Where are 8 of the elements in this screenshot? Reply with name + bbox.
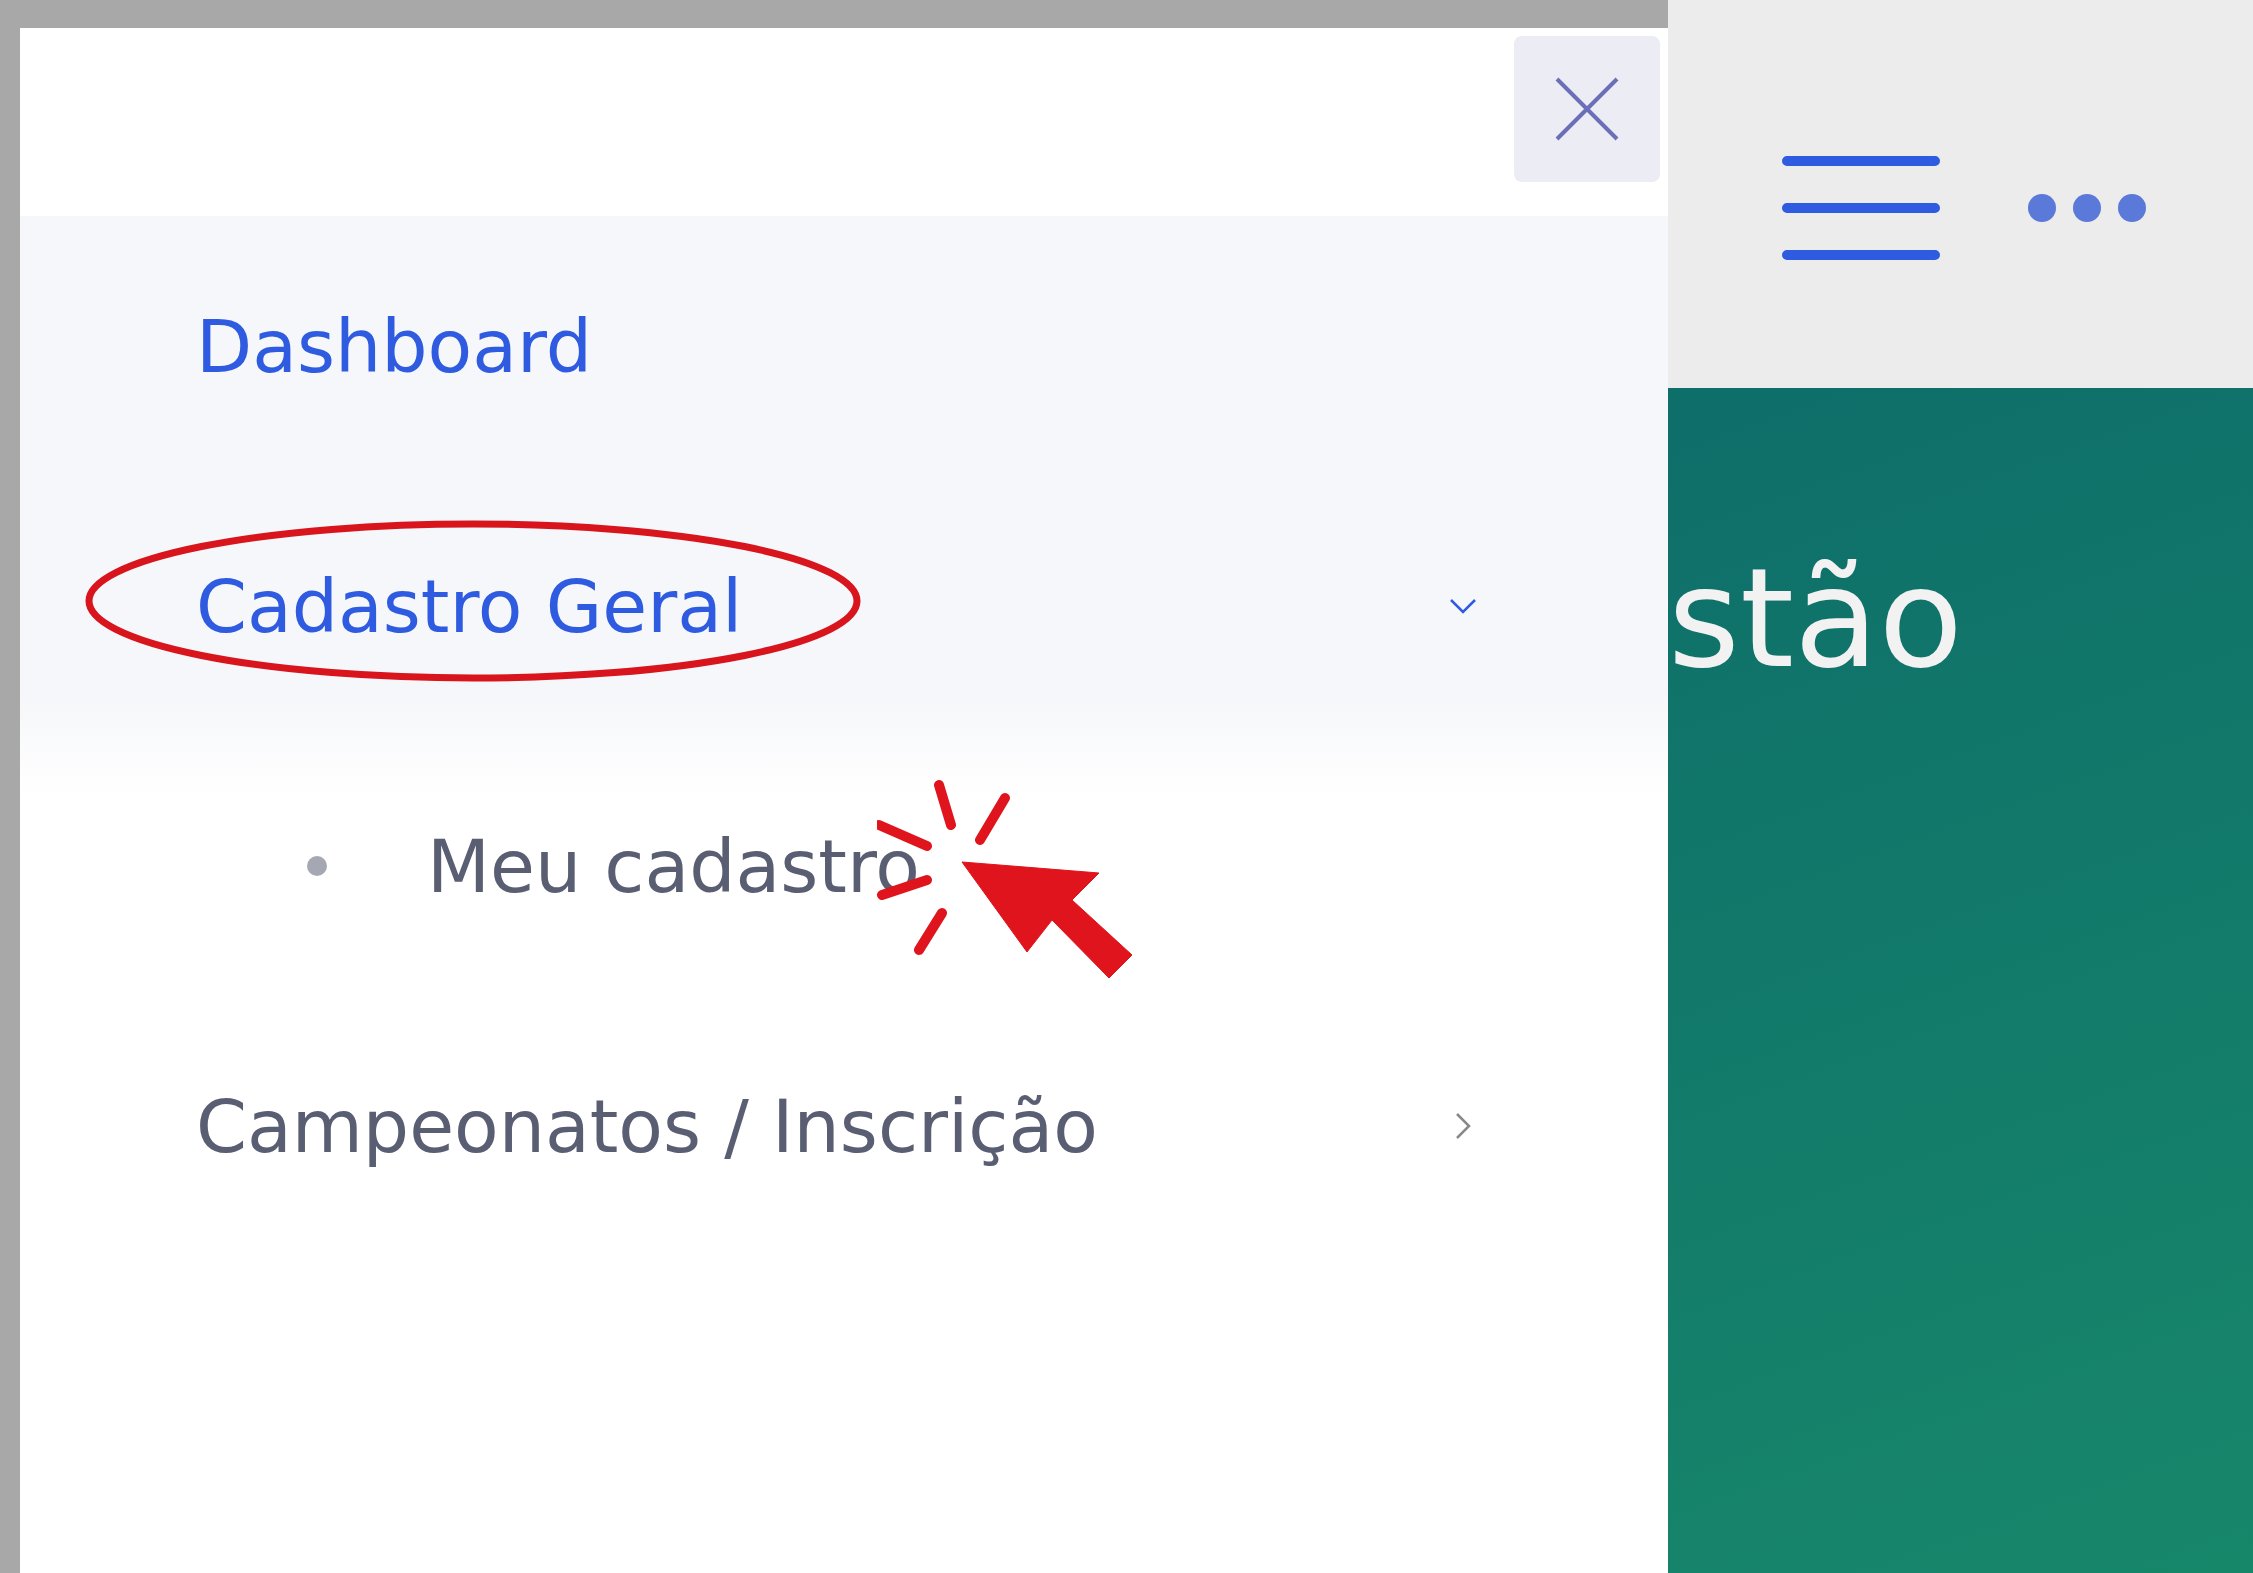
more-icon[interactable]: [2026, 192, 2148, 224]
menu-item[interactable]: Campeonatos / Inscrição: [196, 1083, 1098, 1169]
bullet-icon: [307, 856, 327, 876]
menu-icon[interactable]: [1782, 153, 1940, 263]
hero-heading: stão: [1668, 538, 1963, 699]
submenu-item[interactable]: Meu cadastro: [427, 823, 921, 909]
close-button[interactable]: [1514, 36, 1660, 182]
menu-item[interactable]: Dashboard: [196, 303, 593, 389]
